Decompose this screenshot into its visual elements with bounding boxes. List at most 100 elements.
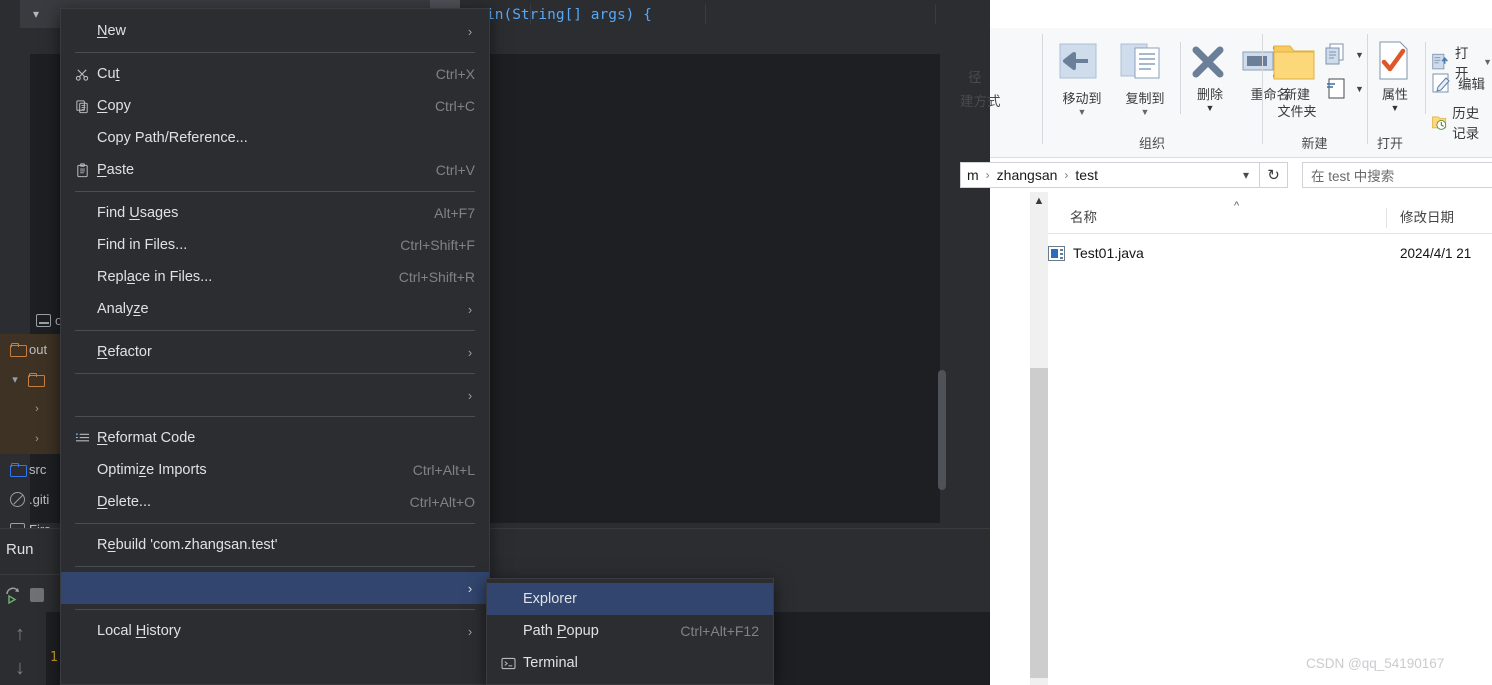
ribbon-new-item-button[interactable]: ▼	[1324, 42, 1364, 68]
menu-item-label: Analyze	[97, 301, 149, 317]
menu-item-label: Copy	[97, 98, 131, 114]
chevron-down-icon[interactable]: ▾	[10, 373, 20, 386]
menu-item-label: Rebuild 'com.zhangsan.test'	[97, 537, 278, 553]
ribbon-edit-button[interactable]: 编辑	[1431, 72, 1485, 94]
ribbon-easy-access-button[interactable]: ▼	[1324, 76, 1364, 102]
menu-item-label: New	[97, 23, 127, 39]
submenu-item-accel: Ctrl+Alt+F12	[680, 623, 759, 639]
chevron-right-icon: ›	[467, 301, 473, 317]
menu-item-find-usages[interactable]: Find Usages Alt+F7	[61, 197, 489, 229]
sort-ascending-icon: ^	[1234, 200, 1240, 212]
chevron-down-icon: ▼	[1355, 50, 1364, 60]
menu-item-label: Cut	[97, 66, 120, 82]
column-header-modified[interactable]: 修改日期	[1400, 206, 1454, 226]
menu-item-paste[interactable]: Paste Ctrl+V	[61, 154, 489, 186]
menu-separator	[75, 330, 475, 331]
menu-item-find-in-files[interactable]: Find in Files... Ctrl+Shift+F	[61, 229, 489, 261]
ribbon-clipboard-text-2[interactable]: 建方式	[960, 90, 1001, 110]
submenu-item-label: Explorer	[523, 591, 577, 607]
file-list-header: 名称 ^ 修改日期	[1048, 200, 1492, 234]
context-menu[interactable]: New › Cut Ctrl+X Copy Ctrl+C Copy Path/R…	[60, 8, 490, 685]
ribbon-new-folder-button[interactable]: 新建 文件夹	[1266, 38, 1328, 120]
menu-item-accel: Ctrl+Shift+R	[398, 269, 475, 285]
tree-item-label: src	[29, 461, 47, 477]
move-to-icon	[1059, 43, 1097, 79]
file-list-row[interactable]: Test01.java 2024/4/1 21	[1048, 240, 1492, 266]
menu-item-optimize-imports[interactable]: Optimize Imports Ctrl+Alt+L	[61, 454, 489, 486]
ribbon-move-to-label: 移动到	[1062, 91, 1102, 106]
column-divider[interactable]	[1386, 208, 1387, 228]
menu-item-local-history[interactable]: Local History ›	[61, 615, 489, 647]
breadcrumb-separator: ›	[985, 168, 990, 182]
ribbon-properties-button[interactable]: 属性 ▼	[1369, 38, 1421, 113]
submenu-item-path-popup[interactable]: Path Popup Ctrl+Alt+F12	[487, 615, 773, 647]
menu-separator	[75, 416, 475, 417]
menu-item-open-in[interactable]: ›	[61, 572, 489, 604]
address-breadcrumb[interactable]: m › zhangsan › test ▾	[960, 162, 1260, 188]
screen-root: ▾ in(String[] args) { o out ▾ › › src .g…	[0, 0, 1492, 685]
explorer-titlebar	[990, 0, 1492, 28]
chevron-down-icon[interactable]: ▾	[33, 8, 45, 20]
menu-item-bookmarks[interactable]: ›	[61, 379, 489, 411]
menu-item-accel: Ctrl+C	[434, 98, 475, 114]
ribbon-group-organize: 移动到 ▼ 复制到 ▼ 删除 ▼ 重命名 组织	[1042, 28, 1290, 158]
menu-item-repair-ide[interactable]	[61, 647, 489, 679]
menu-item-label: Replace in Files...	[97, 269, 213, 285]
chevron-right-icon: ›	[467, 344, 473, 360]
submenu-item-terminal[interactable]: Terminal	[487, 647, 773, 679]
menu-item-refactor[interactable]: Refactor ›	[61, 336, 489, 368]
chevron-down-icon[interactable]: ▾	[1243, 168, 1253, 182]
terminal-icon	[501, 657, 523, 670]
menu-item-label: Copy Path/Reference...	[97, 130, 248, 146]
ribbon-inner-divider	[1180, 42, 1181, 114]
menu-item-accel: Alt+F7	[434, 205, 475, 221]
explorer-ribbon: 径 建方式 移动到 ▼ 复制到 ▼ 删除 ▼ 重命名 组织 新建 文件夹 ▼ ▼…	[960, 28, 1492, 158]
menu-item-analyze[interactable]: Analyze ›	[61, 293, 489, 325]
search-input[interactable]: 在 test 中搜索	[1302, 162, 1492, 188]
ribbon-delete-button[interactable]: 删除 ▼	[1184, 38, 1236, 113]
breadcrumb-item-0[interactable]: m	[967, 167, 979, 183]
menu-separator	[75, 566, 475, 567]
folder-orange-icon	[28, 373, 45, 387]
run-side-toolbar: ↑ ↓	[0, 612, 46, 685]
menu-item-delete[interactable]: Delete... Ctrl+Alt+O	[61, 486, 489, 518]
column-header-name[interactable]: 名称	[1070, 206, 1097, 226]
chevron-right-icon[interactable]: ›	[32, 433, 42, 445]
gitignore-icon	[10, 491, 25, 507]
ribbon-delete-label: 删除	[1196, 87, 1223, 102]
menu-separator	[75, 52, 475, 53]
chevron-right-icon[interactable]: ›	[32, 403, 42, 415]
editor-scrollbar-thumb[interactable]	[938, 370, 946, 490]
folder-orange-icon	[10, 343, 27, 357]
menu-item-replace-in-files[interactable]: Replace in Files... Ctrl+Shift+R	[61, 261, 489, 293]
menu-item-copy[interactable]: Copy Ctrl+C	[61, 90, 489, 122]
ribbon-copy-to-button[interactable]: 复制到 ▼	[1115, 38, 1175, 117]
open-in-submenu[interactable]: Explorer Path Popup Ctrl+Alt+F12 Termina…	[486, 578, 774, 685]
ribbon-organize-group-label: 组织	[1138, 136, 1165, 151]
arrow-up-icon[interactable]: ↑	[10, 622, 30, 646]
explorer-scrollbar-thumb[interactable]	[1030, 368, 1048, 678]
ribbon-move-to-button[interactable]: 移动到 ▼	[1052, 38, 1112, 117]
scroll-up-icon[interactable]: ▲	[1030, 192, 1048, 210]
rerun-icon[interactable]	[4, 586, 22, 604]
stop-button[interactable]	[30, 588, 44, 602]
refresh-button[interactable]: ↻	[1260, 162, 1288, 188]
ribbon-copy-to-label: 复制到	[1125, 91, 1165, 106]
breadcrumb-item-1[interactable]: zhangsan	[997, 167, 1058, 183]
menu-item-new[interactable]: New ›	[61, 15, 489, 47]
properties-icon	[1379, 41, 1408, 80]
file-explorer-window: 径 建方式 移动到 ▼ 复制到 ▼ 删除 ▼ 重命名 组织 新建 文件夹 ▼ ▼…	[960, 0, 1492, 685]
menu-item-reformat-code[interactable]: Reformat Code	[61, 422, 489, 454]
edit-icon	[1432, 73, 1450, 93]
history-icon	[1432, 116, 1447, 130]
breadcrumb-item-2[interactable]: test	[1075, 167, 1098, 183]
menu-item-rebuild[interactable]: Rebuild 'com.zhangsan.test'	[61, 529, 489, 561]
menu-item-cut[interactable]: Cut Ctrl+X	[61, 58, 489, 90]
arrow-down-icon[interactable]: ↓	[10, 656, 30, 680]
breadcrumb-separator: ›	[1064, 168, 1069, 182]
submenu-item-explorer[interactable]: Explorer	[487, 583, 773, 615]
menu-item-label: Optimize Imports	[97, 462, 207, 478]
menu-item-copy-path[interactable]: Copy Path/Reference...	[61, 122, 489, 154]
tab-divider	[705, 4, 706, 24]
ribbon-clipboard-text-1[interactable]: 径	[968, 66, 982, 86]
